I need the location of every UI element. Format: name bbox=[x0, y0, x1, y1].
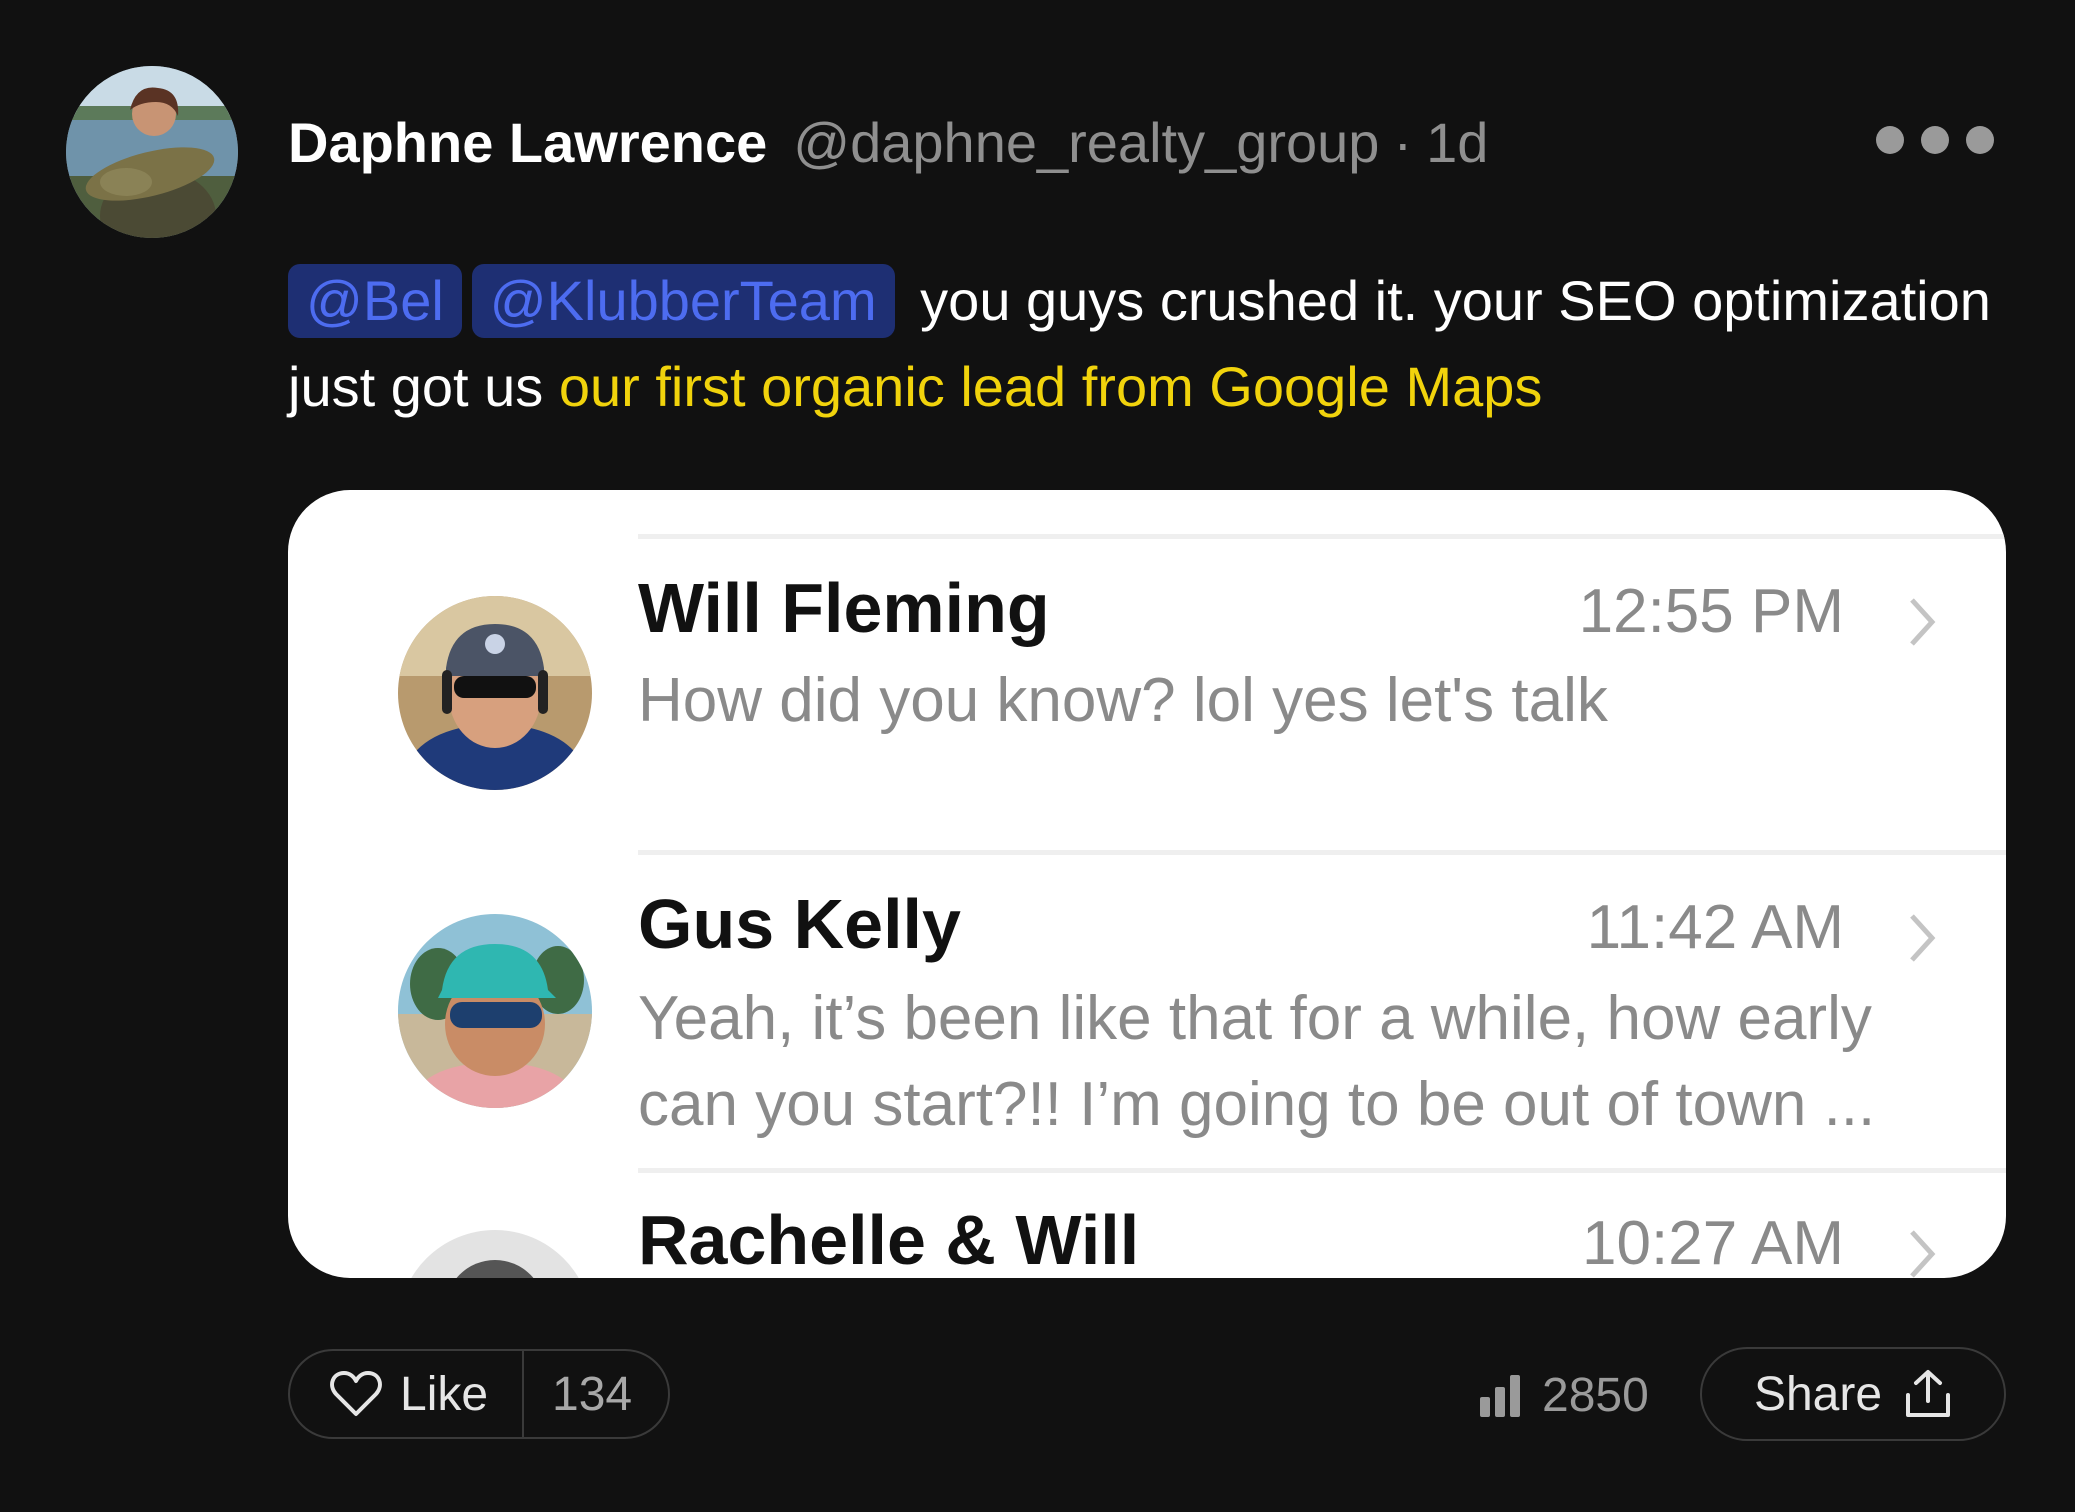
views-stat: 2850 bbox=[1478, 1366, 1649, 1424]
like-button[interactable]: Like 134 bbox=[288, 1349, 670, 1439]
message-time: 11:42 AM bbox=[1586, 893, 1844, 962]
message-sender: Rachelle & Will bbox=[638, 1201, 1140, 1278]
divider bbox=[638, 534, 2006, 539]
contact-avatar bbox=[398, 914, 592, 1108]
share-upload-icon bbox=[1906, 1370, 1951, 1417]
mention-bel[interactable]: @Bel bbox=[288, 264, 462, 338]
post-text-highlight: our first organic lead from Google Maps bbox=[558, 355, 1543, 418]
like-label: Like bbox=[400, 1367, 489, 1421]
divider bbox=[638, 1168, 2006, 1173]
message-preview: How did you know? lol yes let's talk bbox=[638, 666, 1608, 735]
post-body: @Bel @KlubberTeam you guys crushed it. yo… bbox=[288, 258, 2008, 430]
like-count[interactable]: 134 bbox=[552, 1367, 632, 1422]
chevron-right-icon bbox=[1910, 1230, 1936, 1278]
heart-icon bbox=[330, 1371, 382, 1416]
contact-avatar bbox=[398, 596, 592, 790]
more-dot bbox=[1966, 126, 1994, 154]
bar-chart-icon bbox=[1480, 1375, 1520, 1417]
meta-separator: · bbox=[1393, 110, 1413, 174]
contact-avatar bbox=[398, 1230, 592, 1278]
message-time: 12:55 PM bbox=[1578, 577, 1844, 646]
more-options-icon[interactable] bbox=[1876, 122, 1994, 158]
more-dot bbox=[1876, 126, 1904, 154]
mention-klubberteam[interactable]: @KlubberTeam bbox=[471, 264, 895, 338]
share-button[interactable]: Share bbox=[1700, 1347, 2006, 1441]
views-count: 2850 bbox=[1542, 1368, 1649, 1422]
share-label: Share bbox=[1753, 1367, 1883, 1421]
divider bbox=[638, 850, 2006, 855]
attached-screenshot[interactable]: Will Fleming 12:55 PM How did you know? … bbox=[288, 490, 2006, 1278]
more-dot bbox=[1921, 126, 1949, 154]
chevron-right-icon bbox=[1910, 914, 1936, 962]
author-avatar[interactable] bbox=[66, 66, 238, 238]
like-toggle[interactable]: Like bbox=[290, 1351, 524, 1437]
message-sender: Gus Kelly bbox=[638, 885, 961, 963]
chevron-right-icon bbox=[1910, 598, 1936, 646]
message-time: 10:27 AM bbox=[1582, 1209, 1844, 1278]
message-sender: Will Fleming bbox=[638, 569, 1050, 647]
author-name[interactable]: Daphne Lawrence bbox=[288, 110, 767, 175]
author-handle[interactable]: @daphne_realty_group bbox=[793, 110, 1379, 175]
message-preview: Yeah, it’s been like that for a while, h… bbox=[638, 984, 1876, 1139]
post-header: Daphne Lawrence @daphne_realty_group · 1… bbox=[288, 104, 1488, 180]
post-age: 1d bbox=[1426, 110, 1489, 174]
author-avatar-image bbox=[66, 66, 238, 238]
